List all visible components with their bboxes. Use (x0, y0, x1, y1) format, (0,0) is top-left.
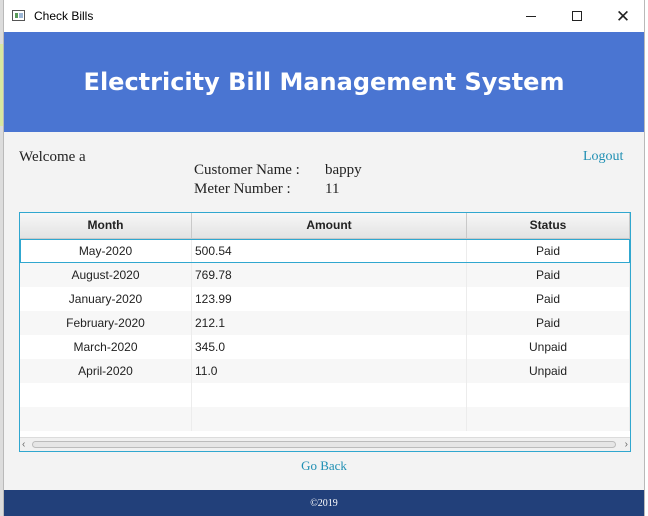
cell-amount (192, 383, 467, 407)
table-row-empty[interactable] (20, 407, 630, 431)
cell-month: January-2020 (20, 287, 192, 311)
column-header-month[interactable]: Month (20, 213, 192, 238)
bills-table[interactable]: Month Amount Status May-2020 500.54 Paid Au… (19, 212, 631, 452)
scroll-left-icon[interactable]: ‹ (22, 439, 25, 450)
title-bar[interactable]: Check Bills ✕ (4, 0, 644, 32)
customer-name-value: bappy (325, 162, 362, 178)
horizontal-scrollbar[interactable]: ‹ › (20, 437, 630, 451)
cell-status: Paid (467, 311, 630, 335)
cell-status: Paid (467, 263, 630, 287)
check-bills-window: Check Bills ✕ Electricity Bill Managemen… (3, 0, 645, 516)
footer: ©2019 (4, 490, 644, 516)
cell-month (20, 407, 192, 431)
app-window-icon (12, 10, 25, 21)
table-row-empty[interactable] (20, 383, 630, 407)
minimize-icon (526, 15, 536, 17)
app-header: Electricity Bill Management System (4, 32, 644, 132)
cell-month: April-2020 (20, 359, 192, 383)
minimize-button[interactable] (508, 0, 554, 32)
column-header-status[interactable]: Status (467, 213, 630, 238)
window-title: Check Bills (34, 9, 94, 23)
cell-month (20, 383, 192, 407)
cell-amount: 123.99 (192, 287, 467, 311)
meter-number-value: 11 (325, 181, 340, 197)
table-body: May-2020 500.54 Paid August-2020 769.78 Paid J… (20, 239, 630, 431)
go-back-link[interactable]: Go Back (4, 458, 644, 474)
close-button[interactable]: ✕ (600, 0, 646, 32)
cell-amount (192, 407, 467, 431)
table-row[interactable]: January-2020 123.99 Paid (20, 287, 630, 311)
meter-number-row: Meter Number : 11 (194, 181, 339, 198)
cell-status: Unpaid (467, 359, 630, 383)
close-icon: ✕ (615, 6, 631, 26)
cell-amount: 769.78 (192, 263, 467, 287)
maximize-button[interactable] (554, 0, 600, 32)
customer-name-row: Customer Name : bappy (194, 162, 362, 179)
table-row[interactable]: February-2020 212.1 Paid (20, 311, 630, 335)
cell-status: Paid (467, 287, 630, 311)
cell-month: August-2020 (20, 263, 192, 287)
table-row[interactable]: August-2020 769.78 Paid (20, 263, 630, 287)
cell-month: May-2020 (20, 239, 192, 263)
copyright-text: ©2019 (310, 497, 338, 509)
cell-amount: 345.0 (192, 335, 467, 359)
cell-status: Paid (467, 239, 630, 263)
cell-month: February-2020 (20, 311, 192, 335)
column-header-amount[interactable]: Amount (192, 213, 467, 238)
table-row[interactable]: March-2020 345.0 Unpaid (20, 335, 630, 359)
page-title: Electricity Bill Management System (83, 68, 565, 96)
table-row[interactable]: May-2020 500.54 Paid (20, 239, 630, 263)
customer-name-label: Customer Name : (194, 162, 300, 178)
logout-link[interactable]: Logout (583, 149, 623, 165)
go-back-label[interactable]: Go Back (301, 458, 347, 473)
cell-status: Unpaid (467, 335, 630, 359)
welcome-text: Welcome a (19, 149, 86, 165)
cell-amount: 11.0 (192, 359, 467, 383)
table-header: Month Amount Status (20, 213, 630, 239)
cell-amount: 212.1 (192, 311, 467, 335)
scroll-right-icon[interactable]: › (625, 439, 628, 450)
maximize-icon (572, 11, 582, 21)
cell-status (467, 383, 630, 407)
table-row[interactable]: April-2020 11.0 Unpaid (20, 359, 630, 383)
cell-month: March-2020 (20, 335, 192, 359)
cell-amount: 500.54 (192, 239, 467, 263)
cell-status (467, 407, 630, 431)
meter-number-label: Meter Number : (194, 181, 291, 197)
scrollbar-thumb[interactable] (32, 441, 616, 448)
